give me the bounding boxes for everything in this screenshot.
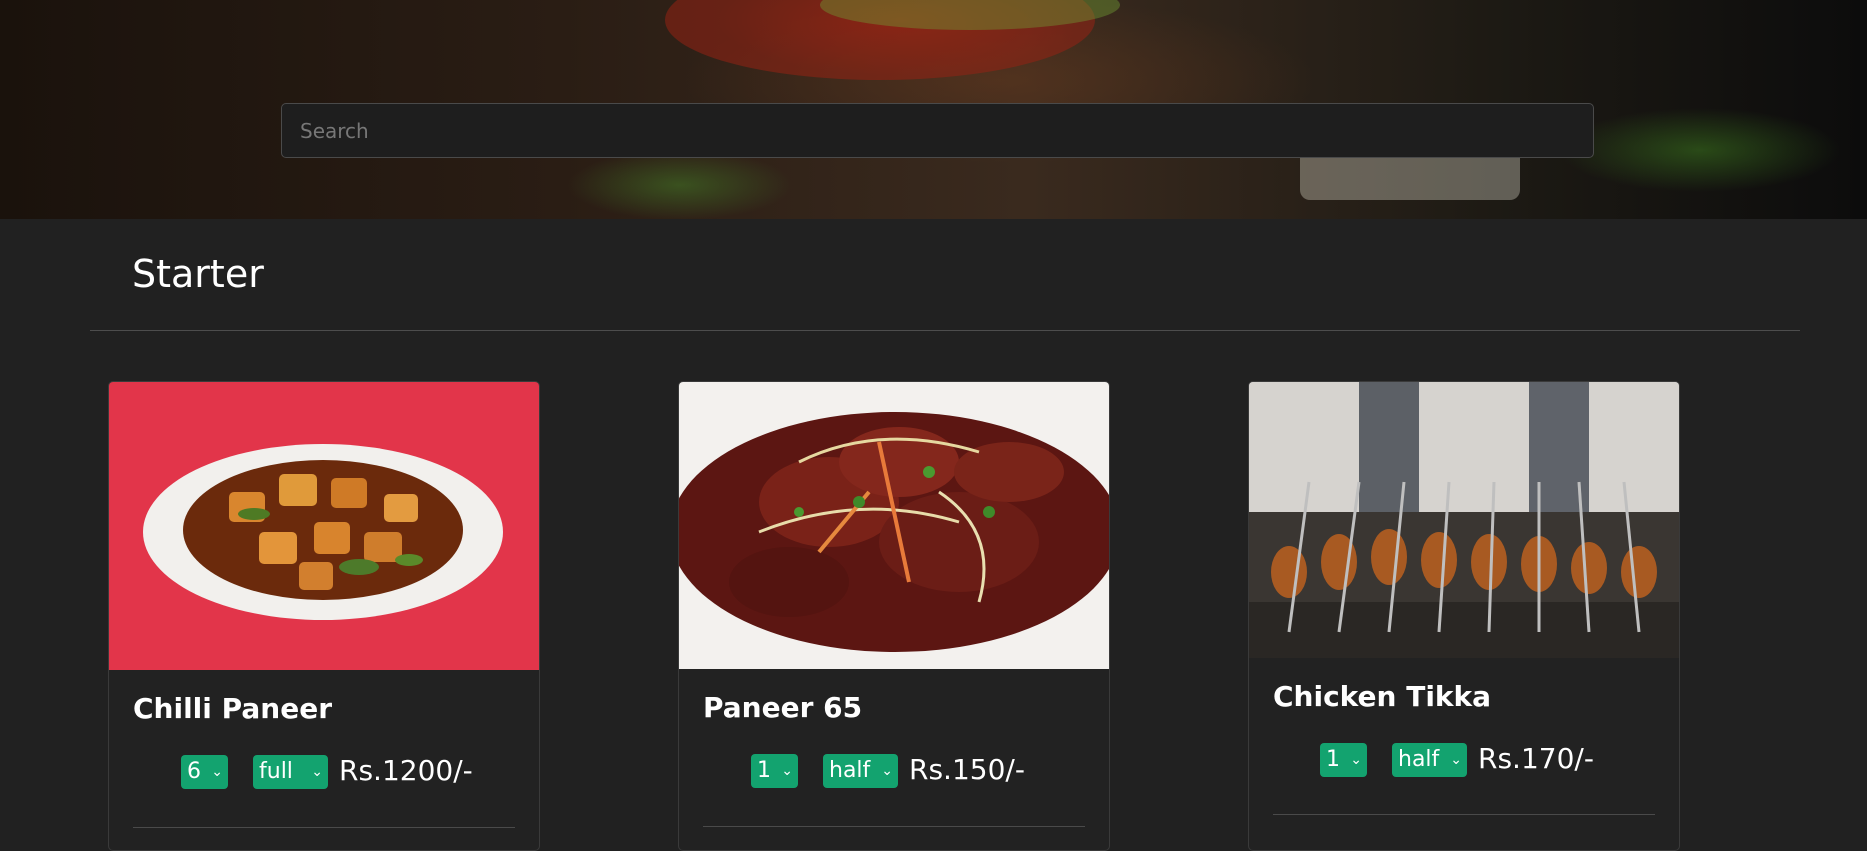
quantity-select[interactable]: 1 ⌄ xyxy=(751,754,798,788)
item-price: Rs.1200/- xyxy=(339,754,473,787)
item-price: Rs.170/- xyxy=(1478,742,1594,775)
menu-card-chilli-paneer: Chilli Paneer 6 ⌄ full ⌄ Rs.1200/- xyxy=(108,381,540,851)
item-controls: 1 ⌄ half ⌄ Rs.150/- xyxy=(679,753,1109,790)
quantity-value: 1 xyxy=(757,758,771,783)
menu-card-chicken-tikka: Chicken Tikka 1 ⌄ half ⌄ Rs.170/- xyxy=(1248,381,1680,851)
card-divider xyxy=(1273,814,1655,815)
chevron-down-icon: ⌄ xyxy=(311,764,323,780)
card-divider xyxy=(133,827,515,828)
size-select[interactable]: full ⌄ xyxy=(253,755,328,789)
item-price: Rs.150/- xyxy=(909,753,1025,786)
item-controls: 6 ⌄ full ⌄ Rs.1200/- xyxy=(109,754,539,791)
size-value: half xyxy=(1398,747,1440,772)
chevron-down-icon: ⌄ xyxy=(781,763,793,779)
hero-banner xyxy=(0,0,1867,219)
search-input[interactable] xyxy=(281,103,1594,158)
quantity-select[interactable]: 1 ⌄ xyxy=(1320,743,1367,777)
chicken-tikka-photo xyxy=(1249,382,1679,658)
item-name: Chicken Tikka xyxy=(1273,680,1492,713)
section-title: Starter xyxy=(132,252,264,296)
chevron-down-icon: ⌄ xyxy=(881,763,893,779)
item-name: Paneer 65 xyxy=(703,691,863,724)
quantity-value: 1 xyxy=(1326,747,1340,772)
section-divider xyxy=(90,330,1800,331)
quantity-select[interactable]: 6 ⌄ xyxy=(181,755,228,789)
paneer-65-photo xyxy=(679,382,1109,669)
card-divider xyxy=(703,826,1085,827)
chilli-paneer-photo xyxy=(109,382,539,670)
size-select[interactable]: half ⌄ xyxy=(1392,743,1467,777)
item-controls: 1 ⌄ half ⌄ Rs.170/- xyxy=(1249,742,1679,779)
size-select[interactable]: half ⌄ xyxy=(823,754,898,788)
item-name: Chilli Paneer xyxy=(133,692,333,725)
chevron-down-icon: ⌄ xyxy=(1450,752,1462,768)
menu-card-paneer-65: Paneer 65 1 ⌄ half ⌄ Rs.150/- xyxy=(678,381,1110,851)
size-value: full xyxy=(259,759,293,784)
quantity-value: 6 xyxy=(187,759,201,784)
chevron-down-icon: ⌄ xyxy=(1350,752,1362,768)
size-value: half xyxy=(829,758,871,783)
chevron-down-icon: ⌄ xyxy=(211,764,223,780)
